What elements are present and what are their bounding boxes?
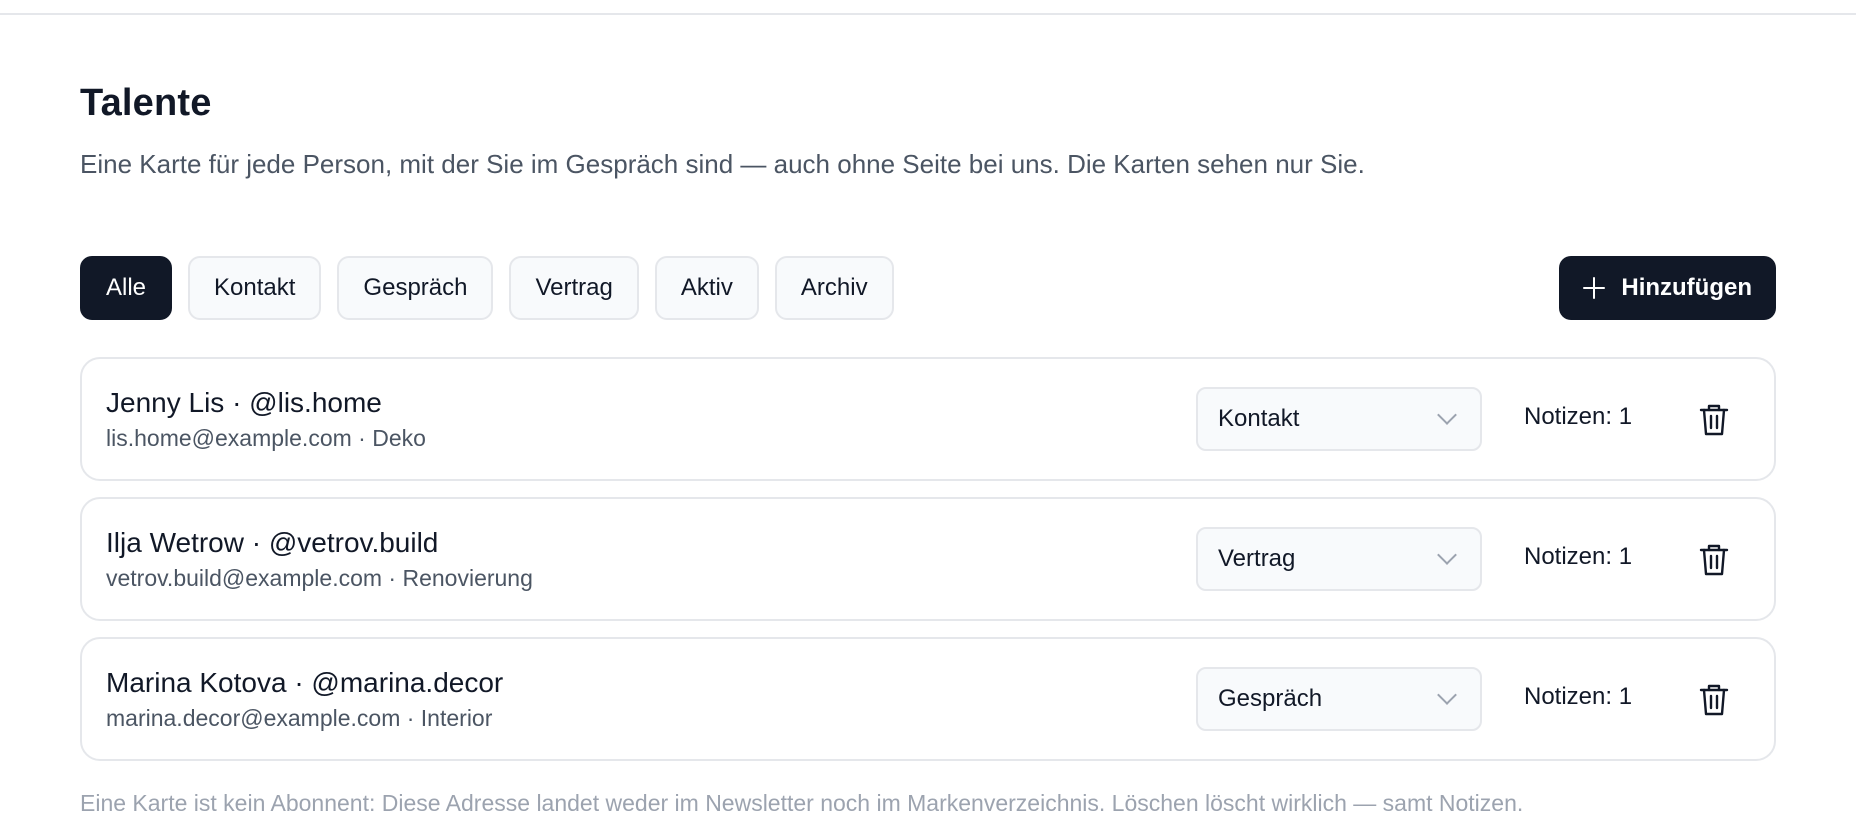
filter-chip-vertrag[interactable]: Vertrag: [509, 256, 639, 320]
chevron-down-icon: [1437, 685, 1457, 705]
status-select-value: Vertrag: [1218, 545, 1296, 572]
talent-name: Jenny Lis · @lis.home: [106, 387, 382, 418]
trash-icon[interactable]: [1698, 403, 1730, 437]
trash-icon[interactable]: [1698, 683, 1730, 717]
talent-name: Ilja Wetrow · @vetrov.build: [106, 527, 439, 558]
chevron-down-icon: [1437, 545, 1457, 565]
add-talent-button[interactable]: Hinzufügen: [1559, 256, 1776, 320]
top-divider: [0, 13, 1856, 15]
notes-count[interactable]: Notizen: 1: [1524, 403, 1632, 431]
filter-chip-kontakt[interactable]: Kontakt: [188, 256, 322, 320]
add-talent-label: Hinzufügen: [1621, 274, 1752, 301]
page-title: Talente: [80, 82, 212, 124]
status-select-value: Kontakt: [1218, 405, 1300, 432]
talent-card: Ilja Wetrow · @vetrov.build vetrov.build…: [80, 497, 1776, 621]
talent-name: Marina Kotova · @marina.decor: [106, 667, 504, 698]
footer-note: Eine Karte ist kein Abonnent: Diese Adre…: [80, 790, 1524, 816]
status-select[interactable]: Vertrag: [1196, 527, 1482, 591]
status-select[interactable]: Kontakt: [1196, 387, 1482, 451]
filter-bar: Alle Kontakt Gespräch Vertrag Aktiv Arch…: [80, 256, 894, 320]
filter-chip-gespraech[interactable]: Gespräch: [337, 256, 494, 320]
plus-icon: [1583, 277, 1606, 299]
notes-count[interactable]: Notizen: 1: [1524, 543, 1632, 571]
talent-card: Marina Kotova · @marina.decor marina.dec…: [80, 637, 1776, 761]
talent-meta: marina.decor@example.com · Interior: [106, 705, 493, 731]
filter-chip-archiv[interactable]: Archiv: [774, 256, 894, 320]
chevron-down-icon: [1437, 405, 1457, 425]
talent-card: Jenny Lis · @lis.home lis.home@example.c…: [80, 357, 1776, 481]
page-description: Eine Karte für jede Person, mit der Sie …: [80, 149, 1365, 179]
talent-meta: vetrov.build@example.com · Renovierung: [106, 565, 533, 591]
filter-chip-alle[interactable]: Alle: [80, 256, 173, 320]
status-select[interactable]: Gespräch: [1196, 667, 1482, 731]
trash-icon[interactable]: [1698, 543, 1730, 577]
status-select-value: Gespräch: [1218, 685, 1323, 712]
filter-chip-aktiv[interactable]: Aktiv: [654, 256, 759, 320]
talent-meta: lis.home@example.com · Deko: [106, 425, 426, 451]
notes-count[interactable]: Notizen: 1: [1524, 683, 1632, 711]
